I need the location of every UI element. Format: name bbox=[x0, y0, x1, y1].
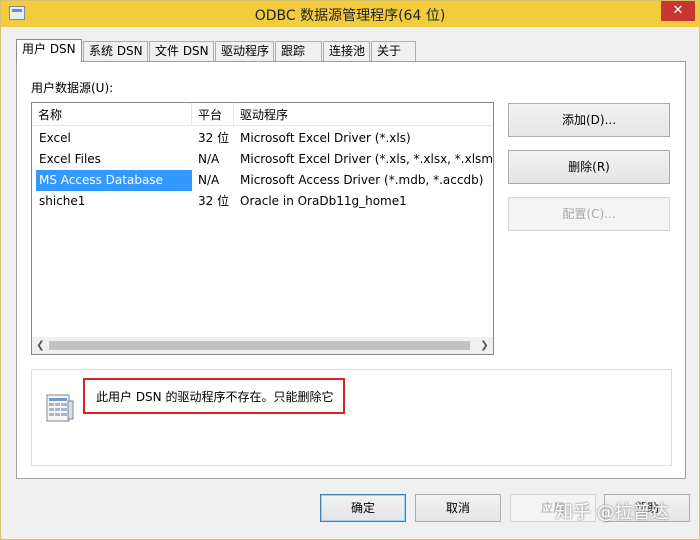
dsn-platform: 32 位 bbox=[198, 194, 230, 208]
title-bar[interactable]: ODBC 数据源管理程序(64 位) ✕ bbox=[1, 1, 699, 27]
horizontal-scrollbar[interactable]: ❮ ❯ bbox=[32, 337, 493, 354]
tab-tracing[interactable]: 跟踪 bbox=[275, 41, 322, 61]
description-box: 此用户 DSN 的驱动程序不存在。只能删除它 bbox=[31, 369, 672, 466]
highlight-box: 此用户 DSN 的驱动程序不存在。只能删除它 bbox=[83, 378, 345, 414]
odbc-window: ODBC 数据源管理程序(64 位) ✕ 用户 DSN 系统 DSN 文件 DS… bbox=[0, 0, 700, 540]
dsn-driver: Microsoft Excel Driver (*.xls) bbox=[240, 131, 411, 145]
column-header-driver[interactable]: 驱动程序 bbox=[234, 106, 440, 124]
add-button[interactable]: 添加(D)... bbox=[508, 103, 670, 137]
list-item[interactable]: shiche1 32 位 Oracle in OraDb11g_home1 bbox=[32, 191, 493, 212]
column-header-name[interactable]: 名称 bbox=[32, 106, 188, 124]
data-source-icon bbox=[46, 394, 74, 422]
dsn-driver: Microsoft Excel Driver (*.xls, *.xlsx, *… bbox=[240, 152, 492, 166]
tab-file-dsn[interactable]: 文件 DSN bbox=[149, 41, 214, 61]
dsn-name: Excel bbox=[39, 131, 71, 145]
scroll-left-icon[interactable]: ❮ bbox=[32, 337, 49, 354]
list-item-selected[interactable]: MS Access Database N/A Microsoft Access … bbox=[32, 170, 493, 191]
cancel-button[interactable]: 取消 bbox=[415, 494, 501, 522]
dsn-driver: Microsoft Access Driver (*.mdb, *.accdb) bbox=[240, 173, 484, 187]
dsn-name: MS Access Database bbox=[36, 170, 192, 191]
scroll-right-icon[interactable]: ❯ bbox=[476, 337, 493, 354]
window-title: ODBC 数据源管理程序(64 位) bbox=[254, 8, 446, 24]
tab-connection-pooling[interactable]: 连接池 bbox=[323, 41, 370, 61]
list-item[interactable]: Excel 32 位 Microsoft Excel Driver (*.xls… bbox=[32, 128, 493, 149]
tab-drivers[interactable]: 驱动程序 bbox=[215, 41, 274, 61]
configure-button[interactable]: 配置(C)... bbox=[508, 197, 670, 231]
tab-user-dsn[interactable]: 用户 DSN bbox=[16, 39, 82, 62]
driver-missing-message: 此用户 DSN 的驱动程序不存在。只能删除它 bbox=[96, 390, 334, 404]
scrollbar-thumb[interactable] bbox=[49, 341, 470, 350]
list-header: 名称 平台 驱动程序 bbox=[32, 103, 493, 126]
watermark-text: 知乎 @拉普达 bbox=[555, 502, 669, 523]
list-item[interactable]: Excel Files N/A Microsoft Excel Driver (… bbox=[32, 149, 493, 170]
close-button[interactable]: ✕ bbox=[661, 1, 695, 21]
dsn-driver: Oracle in OraDb11g_home1 bbox=[240, 194, 407, 208]
tab-system-dsn[interactable]: 系统 DSN bbox=[83, 41, 148, 61]
dsn-platform: 32 位 bbox=[198, 131, 230, 145]
tab-about[interactable]: 关于 bbox=[371, 41, 416, 61]
dsn-name: shiche1 bbox=[39, 194, 86, 208]
remove-button[interactable]: 删除(R) bbox=[508, 150, 670, 184]
dsn-platform: N/A bbox=[198, 173, 220, 187]
user-dsn-panel: 用户数据源(U): 名称 平台 驱动程序 Excel 32 位 Microsof… bbox=[16, 61, 686, 479]
user-dsn-list[interactable]: 名称 平台 驱动程序 Excel 32 位 Microsoft Excel Dr… bbox=[31, 102, 494, 355]
dsn-platform: N/A bbox=[198, 152, 220, 166]
user-sources-label: 用户数据源(U): bbox=[31, 81, 114, 95]
dsn-name: Excel Files bbox=[39, 152, 101, 166]
column-header-platform[interactable]: 平台 bbox=[192, 106, 234, 124]
ok-button[interactable]: 确定 bbox=[320, 494, 406, 522]
